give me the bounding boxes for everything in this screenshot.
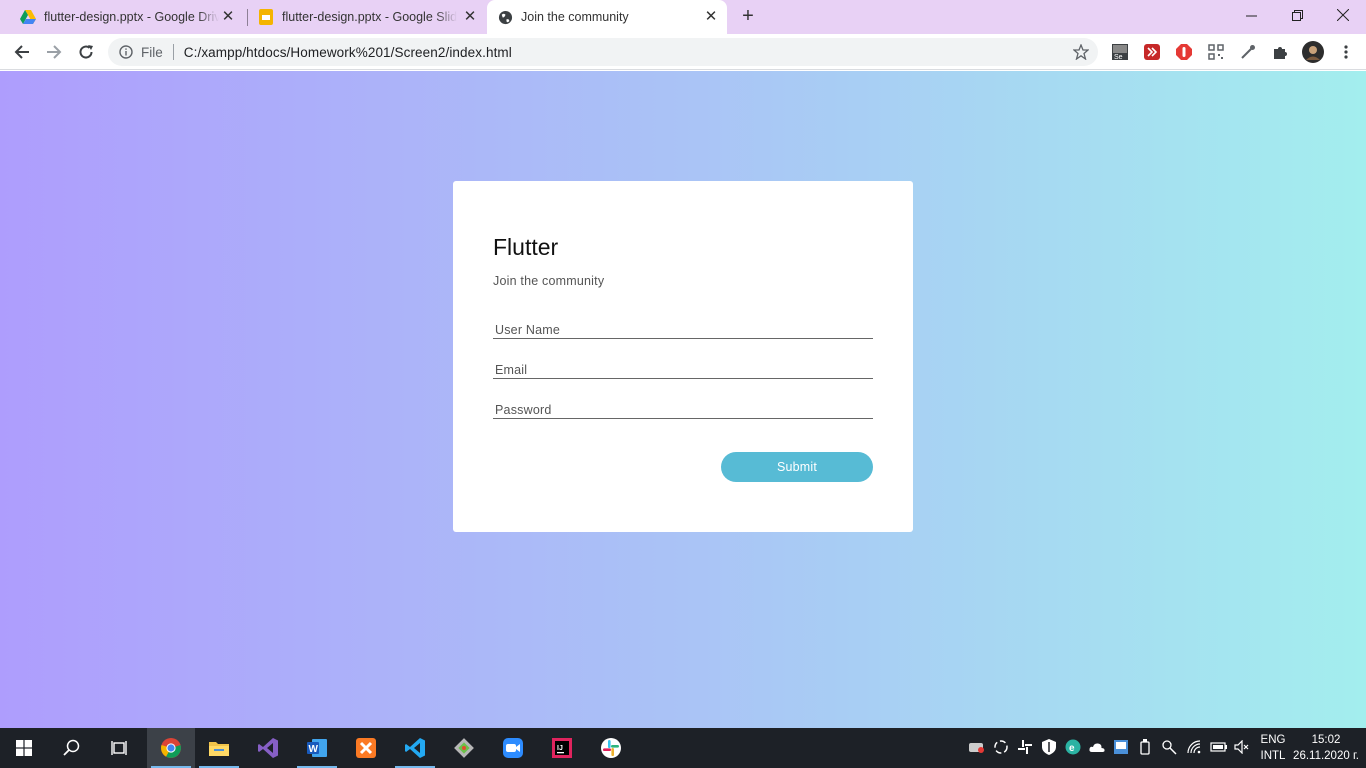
password-input[interactable] [493, 397, 873, 419]
page-background: Flutter Join the community Submit [0, 71, 1366, 728]
clock-date: 26.11.2020 г. [1293, 750, 1359, 762]
tab-close-icon[interactable]: ✕ [462, 9, 478, 25]
input-language-indicator[interactable]: ENG INTL [1256, 732, 1290, 764]
word-icon[interactable]: W [293, 728, 341, 768]
red-square-extension-icon[interactable] [1142, 42, 1162, 62]
globe-icon [497, 9, 513, 25]
svg-text:IJ: IJ [557, 745, 563, 752]
reload-icon [79, 45, 93, 59]
battery-icon[interactable] [1210, 738, 1228, 756]
svg-text:Se: Se [1114, 54, 1123, 61]
address-bar[interactable]: File C:/xampp/htdocs/Homework%201/Screen… [108, 38, 1098, 66]
scheme-label: File [141, 44, 163, 60]
tray-monitor-icon[interactable] [1112, 738, 1130, 756]
forward-button[interactable] [40, 38, 68, 66]
eyedropper-icon[interactable] [1238, 42, 1258, 62]
adblock-icon[interactable] [1174, 42, 1194, 62]
tab-join-community[interactable]: Join the community ✕ [487, 0, 727, 34]
close-window-button[interactable] [1320, 0, 1366, 30]
browser-toolbar: File C:/xampp/htdocs/Homework%201/Screen… [0, 34, 1366, 70]
card-subtitle: Join the community [493, 274, 605, 288]
reload-button[interactable] [72, 38, 100, 66]
xampp-icon[interactable] [342, 728, 390, 768]
zoom-icon[interactable] [489, 728, 537, 768]
tab-title: flutter-design.pptx - Google Drive [44, 10, 219, 24]
username-input[interactable] [493, 317, 873, 339]
omnibox-divider [172, 44, 174, 60]
profile-avatar[interactable] [1301, 40, 1325, 64]
vscode-icon[interactable] [391, 728, 439, 768]
puzzle-extensions-icon[interactable] [1270, 42, 1290, 62]
restore-button[interactable] [1274, 0, 1320, 30]
url-text[interactable]: C:/xampp/htdocs/Homework%201/Screen2/ind… [184, 45, 512, 60]
tab-title: Join the community [521, 10, 629, 24]
tab-close-icon[interactable]: ✕ [220, 9, 236, 25]
windows-taskbar: W IJ e ENG INTL 15:02 26.11.2020 г. [0, 728, 1366, 768]
tray-app-icon[interactable] [968, 738, 986, 756]
bookmark-star-icon[interactable] [1072, 43, 1090, 61]
info-icon[interactable] [118, 44, 134, 60]
selenium-ide-icon[interactable]: Se [1110, 42, 1130, 62]
minimize-button[interactable] [1228, 0, 1274, 30]
chrome-menu-icon[interactable] [1336, 42, 1356, 62]
clock[interactable]: 15:02 26.11.2020 г. [1290, 732, 1362, 764]
file-explorer-icon[interactable] [195, 728, 243, 768]
tab-close-icon[interactable]: ✕ [703, 9, 719, 25]
signup-card: Flutter Join the community Submit [453, 181, 913, 532]
tab-separator [247, 9, 248, 26]
intellij-icon[interactable]: IJ [538, 728, 586, 768]
email-input[interactable] [493, 357, 873, 379]
chrome-taskbar-icon[interactable] [147, 728, 195, 768]
tab-google-drive[interactable]: flutter-design.pptx - Google Drive ✕ [12, 0, 244, 34]
tab-title: flutter-design.pptx - Google Slides [282, 10, 457, 24]
qr-code-icon[interactable] [1206, 42, 1226, 62]
google-drive-icon [20, 9, 36, 25]
arrow-left-icon [14, 45, 29, 59]
tray-bluetooth-off-icon[interactable] [1160, 738, 1178, 756]
slack-icon[interactable] [587, 728, 635, 768]
tray-slack-icon[interactable] [1016, 738, 1034, 756]
visual-studio-icon[interactable] [244, 728, 292, 768]
browser-tab-strip: flutter-design.pptx - Google Drive ✕ flu… [0, 0, 1366, 34]
tray-usb-icon[interactable] [1136, 738, 1154, 756]
svg-text:W: W [309, 744, 319, 755]
language-layout: INTL [1260, 750, 1286, 762]
svg-text:e: e [1069, 743, 1075, 754]
google-slides-icon [258, 9, 274, 25]
task-view-icon[interactable] [96, 728, 144, 768]
windows-start-icon[interactable] [0, 728, 48, 768]
tray-sync-icon[interactable] [992, 738, 1010, 756]
git-icon[interactable] [440, 728, 488, 768]
arrow-right-icon [47, 45, 62, 59]
tray-cloud-icon[interactable] [1088, 738, 1106, 756]
new-tab-button[interactable]: + [738, 6, 758, 26]
submit-button[interactable]: Submit [721, 452, 873, 482]
language-code: ENG [1260, 734, 1286, 746]
tray-browser-icon[interactable]: e [1064, 738, 1082, 756]
clock-time: 15:02 [1311, 734, 1341, 746]
card-title: Flutter [493, 234, 559, 260]
back-button[interactable] [8, 38, 36, 66]
tray-shield-icon[interactable] [1040, 738, 1058, 756]
wifi-icon[interactable] [1186, 738, 1204, 756]
tab-google-slides[interactable]: flutter-design.pptx - Google Slides ✕ [250, 0, 486, 34]
volume-muted-icon[interactable] [1233, 738, 1251, 756]
search-icon[interactable] [48, 728, 96, 768]
